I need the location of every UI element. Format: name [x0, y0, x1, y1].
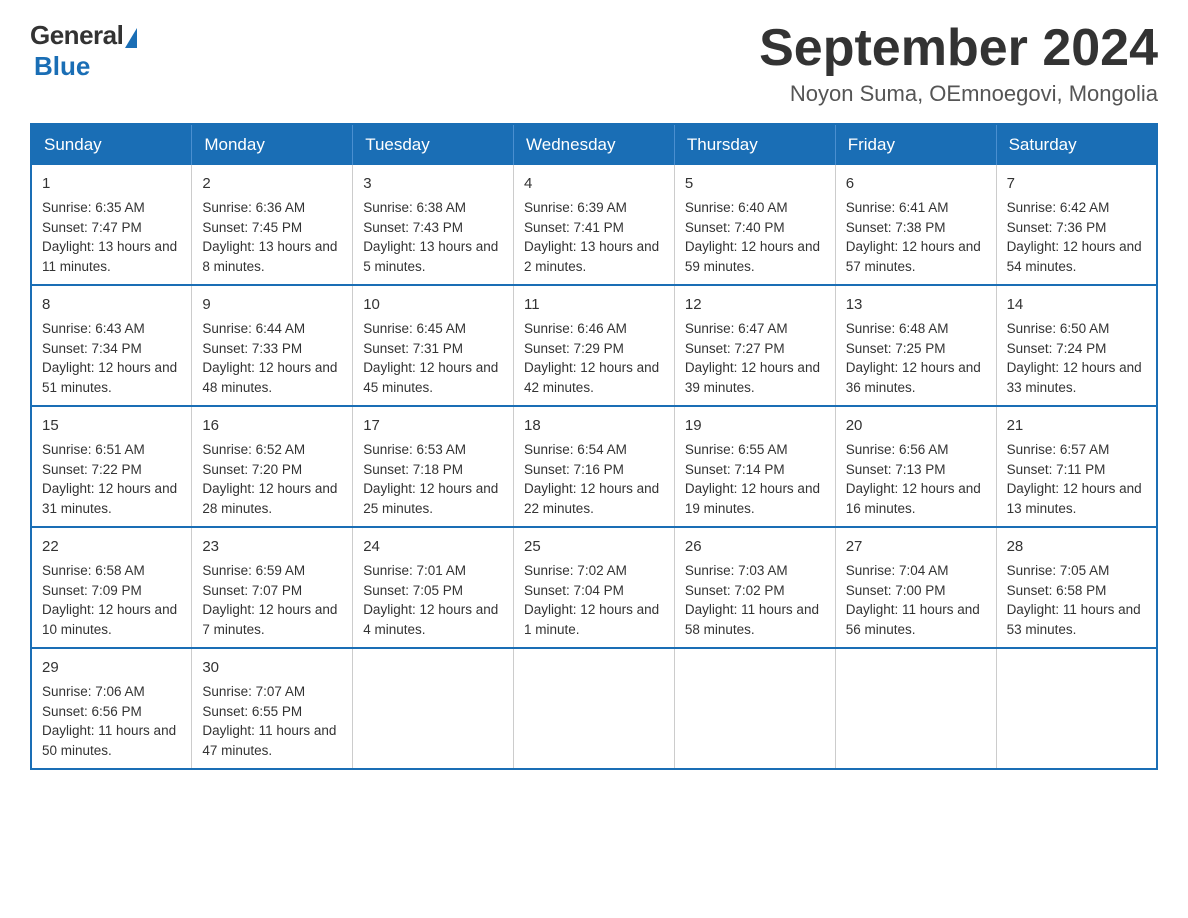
header-sunday: Sunday	[31, 124, 192, 165]
day-number: 19	[685, 415, 825, 437]
calendar-cell	[674, 648, 835, 769]
logo-blue-text: Blue	[34, 51, 90, 82]
location-title: Noyon Suma, OEmnoegovi, Mongolia	[759, 81, 1158, 107]
header-tuesday: Tuesday	[353, 124, 514, 165]
calendar-cell: 10Sunrise: 6:45 AMSunset: 7:31 PMDayligh…	[353, 285, 514, 406]
day-number: 12	[685, 294, 825, 316]
header-friday: Friday	[835, 124, 996, 165]
day-number: 8	[42, 294, 181, 316]
calendar-cell: 4Sunrise: 6:39 AMSunset: 7:41 PMDaylight…	[514, 165, 675, 285]
day-number: 26	[685, 536, 825, 558]
day-number: 29	[42, 657, 181, 679]
calendar-cell: 15Sunrise: 6:51 AMSunset: 7:22 PMDayligh…	[31, 406, 192, 527]
day-number: 23	[202, 536, 342, 558]
month-title: September 2024	[759, 20, 1158, 77]
calendar-cell: 9Sunrise: 6:44 AMSunset: 7:33 PMDaylight…	[192, 285, 353, 406]
day-number: 4	[524, 173, 664, 195]
calendar-cell: 21Sunrise: 6:57 AMSunset: 7:11 PMDayligh…	[996, 406, 1157, 527]
day-number: 18	[524, 415, 664, 437]
week-row-5: 29Sunrise: 7:06 AMSunset: 6:56 PMDayligh…	[31, 648, 1157, 769]
calendar-cell: 14Sunrise: 6:50 AMSunset: 7:24 PMDayligh…	[996, 285, 1157, 406]
calendar-cell: 1Sunrise: 6:35 AMSunset: 7:47 PMDaylight…	[31, 165, 192, 285]
header-wednesday: Wednesday	[514, 124, 675, 165]
week-row-3: 15Sunrise: 6:51 AMSunset: 7:22 PMDayligh…	[31, 406, 1157, 527]
calendar-cell: 26Sunrise: 7:03 AMSunset: 7:02 PMDayligh…	[674, 527, 835, 648]
week-row-1: 1Sunrise: 6:35 AMSunset: 7:47 PMDaylight…	[31, 165, 1157, 285]
calendar-cell: 22Sunrise: 6:58 AMSunset: 7:09 PMDayligh…	[31, 527, 192, 648]
calendar-cell: 23Sunrise: 6:59 AMSunset: 7:07 PMDayligh…	[192, 527, 353, 648]
title-area: September 2024 Noyon Suma, OEmnoegovi, M…	[759, 20, 1158, 107]
header: General Blue September 2024 Noyon Suma, …	[30, 20, 1158, 107]
logo-triangle-icon	[125, 28, 137, 48]
day-number: 1	[42, 173, 181, 195]
header-row: SundayMondayTuesdayWednesdayThursdayFrid…	[31, 124, 1157, 165]
calendar-cell: 11Sunrise: 6:46 AMSunset: 7:29 PMDayligh…	[514, 285, 675, 406]
header-thursday: Thursday	[674, 124, 835, 165]
calendar-cell: 24Sunrise: 7:01 AMSunset: 7:05 PMDayligh…	[353, 527, 514, 648]
calendar-cell: 13Sunrise: 6:48 AMSunset: 7:25 PMDayligh…	[835, 285, 996, 406]
day-number: 17	[363, 415, 503, 437]
logo: General Blue	[30, 20, 137, 82]
day-number: 3	[363, 173, 503, 195]
calendar-cell: 27Sunrise: 7:04 AMSunset: 7:00 PMDayligh…	[835, 527, 996, 648]
day-number: 14	[1007, 294, 1146, 316]
day-number: 30	[202, 657, 342, 679]
day-number: 6	[846, 173, 986, 195]
calendar-cell: 28Sunrise: 7:05 AMSunset: 6:58 PMDayligh…	[996, 527, 1157, 648]
calendar-cell: 5Sunrise: 6:40 AMSunset: 7:40 PMDaylight…	[674, 165, 835, 285]
day-number: 2	[202, 173, 342, 195]
day-number: 24	[363, 536, 503, 558]
day-number: 27	[846, 536, 986, 558]
logo-general-text: General	[30, 20, 123, 51]
week-row-2: 8Sunrise: 6:43 AMSunset: 7:34 PMDaylight…	[31, 285, 1157, 406]
header-saturday: Saturday	[996, 124, 1157, 165]
calendar-cell	[996, 648, 1157, 769]
calendar-cell: 17Sunrise: 6:53 AMSunset: 7:18 PMDayligh…	[353, 406, 514, 527]
calendar-cell	[353, 648, 514, 769]
calendar-cell	[514, 648, 675, 769]
calendar-cell: 2Sunrise: 6:36 AMSunset: 7:45 PMDaylight…	[192, 165, 353, 285]
calendar-cell: 7Sunrise: 6:42 AMSunset: 7:36 PMDaylight…	[996, 165, 1157, 285]
week-row-4: 22Sunrise: 6:58 AMSunset: 7:09 PMDayligh…	[31, 527, 1157, 648]
day-number: 11	[524, 294, 664, 316]
day-number: 16	[202, 415, 342, 437]
calendar-cell: 3Sunrise: 6:38 AMSunset: 7:43 PMDaylight…	[353, 165, 514, 285]
calendar-cell	[835, 648, 996, 769]
day-number: 15	[42, 415, 181, 437]
day-number: 20	[846, 415, 986, 437]
day-number: 7	[1007, 173, 1146, 195]
day-number: 13	[846, 294, 986, 316]
calendar-cell: 25Sunrise: 7:02 AMSunset: 7:04 PMDayligh…	[514, 527, 675, 648]
calendar-cell: 8Sunrise: 6:43 AMSunset: 7:34 PMDaylight…	[31, 285, 192, 406]
calendar-cell: 6Sunrise: 6:41 AMSunset: 7:38 PMDaylight…	[835, 165, 996, 285]
day-number: 10	[363, 294, 503, 316]
calendar-cell: 19Sunrise: 6:55 AMSunset: 7:14 PMDayligh…	[674, 406, 835, 527]
day-number: 5	[685, 173, 825, 195]
calendar-cell: 29Sunrise: 7:06 AMSunset: 6:56 PMDayligh…	[31, 648, 192, 769]
calendar-cell: 12Sunrise: 6:47 AMSunset: 7:27 PMDayligh…	[674, 285, 835, 406]
calendar-cell: 16Sunrise: 6:52 AMSunset: 7:20 PMDayligh…	[192, 406, 353, 527]
calendar-table: SundayMondayTuesdayWednesdayThursdayFrid…	[30, 123, 1158, 770]
calendar-cell: 18Sunrise: 6:54 AMSunset: 7:16 PMDayligh…	[514, 406, 675, 527]
day-number: 9	[202, 294, 342, 316]
day-number: 25	[524, 536, 664, 558]
header-monday: Monday	[192, 124, 353, 165]
calendar-cell: 20Sunrise: 6:56 AMSunset: 7:13 PMDayligh…	[835, 406, 996, 527]
day-number: 21	[1007, 415, 1146, 437]
day-number: 28	[1007, 536, 1146, 558]
day-number: 22	[42, 536, 181, 558]
calendar-cell: 30Sunrise: 7:07 AMSunset: 6:55 PMDayligh…	[192, 648, 353, 769]
